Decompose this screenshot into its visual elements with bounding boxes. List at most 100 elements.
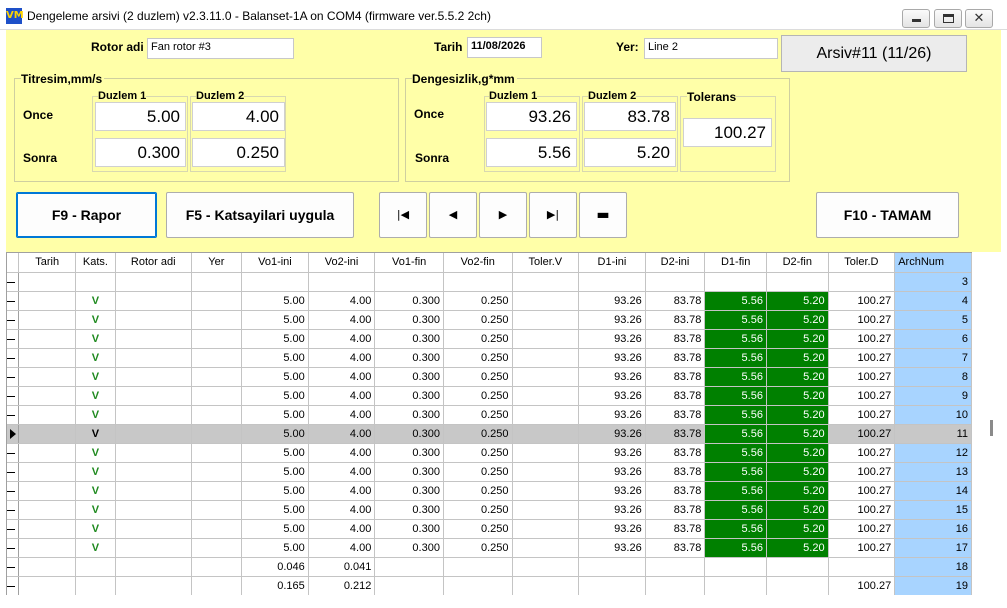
table-row[interactable]: V 5.00 4.00 0.300 0.250 93.26 83.78 5.56 5.20 100… xyxy=(7,310,972,330)
table-cell[interactable] xyxy=(578,576,646,595)
table-cell[interactable] xyxy=(766,272,829,292)
table-cell[interactable] xyxy=(645,557,706,577)
table-cell[interactable]: 100.27 xyxy=(828,500,896,520)
table-cell[interactable] xyxy=(191,310,243,330)
table-cell[interactable] xyxy=(18,386,77,406)
column-header[interactable]: Rotor adi xyxy=(115,253,192,273)
table-cell[interactable]: V xyxy=(75,348,116,368)
table-cell[interactable]: 0.250 xyxy=(443,443,513,463)
table-cell[interactable]: 0.212 xyxy=(308,576,376,595)
row-indicator[interactable] xyxy=(7,367,20,387)
archive-counter-button[interactable]: Arsiv#11 (11/26) xyxy=(781,35,967,72)
table-cell[interactable]: 0.300 xyxy=(374,519,444,539)
table-cell[interactable]: 5.20 xyxy=(766,405,829,425)
rotor-name-field[interactable]: Fan rotor #3 xyxy=(147,38,294,59)
table-cell[interactable] xyxy=(18,367,77,387)
table-cell[interactable] xyxy=(75,576,116,595)
table-cell[interactable] xyxy=(115,348,192,368)
table-cell[interactable] xyxy=(18,500,77,520)
column-header[interactable]: D2-fin xyxy=(766,253,829,273)
table-cell[interactable] xyxy=(191,329,243,349)
table-cell[interactable]: 0.165 xyxy=(241,576,309,595)
table-cell[interactable]: 4.00 xyxy=(308,538,376,558)
close-button[interactable]: ✕ xyxy=(965,9,993,28)
table-cell[interactable] xyxy=(115,291,192,311)
minimize-button[interactable] xyxy=(902,9,930,28)
row-indicator[interactable] xyxy=(7,443,20,463)
table-cell[interactable] xyxy=(512,405,580,425)
table-cell[interactable] xyxy=(191,481,243,501)
table-row[interactable]: V 5.00 4.00 0.300 0.250 93.26 83.78 5.56 5.20 100… xyxy=(7,519,972,539)
table-cell[interactable]: 11 xyxy=(894,424,972,444)
table-cell[interactable] xyxy=(512,367,580,387)
table-cell[interactable]: 5.00 xyxy=(241,291,309,311)
table-cell[interactable] xyxy=(18,405,77,425)
table-cell[interactable] xyxy=(191,405,243,425)
table-cell[interactable]: 5.20 xyxy=(766,424,829,444)
table-cell[interactable]: 9 xyxy=(894,386,972,406)
table-cell[interactable] xyxy=(374,557,444,577)
table-row[interactable]: 3 xyxy=(7,272,972,292)
table-cell[interactable] xyxy=(512,538,580,558)
table-cell[interactable]: 0.250 xyxy=(443,348,513,368)
table-cell[interactable]: 5.56 xyxy=(704,329,767,349)
table-cell[interactable] xyxy=(512,500,580,520)
table-cell[interactable] xyxy=(191,519,243,539)
table-cell[interactable]: 5.56 xyxy=(704,405,767,425)
table-cell[interactable] xyxy=(512,462,580,482)
report-button[interactable]: F9 - Rapor xyxy=(16,192,157,238)
table-cell[interactable] xyxy=(191,272,243,292)
table-cell[interactable]: V xyxy=(75,386,116,406)
table-cell[interactable]: 100.27 xyxy=(828,367,896,387)
table-cell[interactable]: 4.00 xyxy=(308,481,376,501)
table-cell[interactable]: 7 xyxy=(894,348,972,368)
table-cell[interactable] xyxy=(512,424,580,444)
table-cell[interactable]: 83.78 xyxy=(645,500,706,520)
table-cell[interactable] xyxy=(828,272,896,292)
table-cell[interactable]: 0.300 xyxy=(374,443,444,463)
table-cell[interactable]: 83.78 xyxy=(645,405,706,425)
table-cell[interactable]: 93.26 xyxy=(578,291,646,311)
table-row[interactable]: V 5.00 4.00 0.300 0.250 93.26 83.78 5.56 5.20 100… xyxy=(7,386,972,406)
row-pointer-icon[interactable] xyxy=(7,424,20,444)
table-cell[interactable] xyxy=(578,272,646,292)
table-cell[interactable] xyxy=(191,500,243,520)
table-cell[interactable]: 93.26 xyxy=(578,443,646,463)
table-cell[interactable]: 0.300 xyxy=(374,424,444,444)
table-cell[interactable] xyxy=(766,557,829,577)
table-cell[interactable] xyxy=(115,538,192,558)
table-cell[interactable] xyxy=(75,557,116,577)
table-cell[interactable]: 0.300 xyxy=(374,348,444,368)
table-cell[interactable] xyxy=(512,481,580,501)
table-cell[interactable]: 93.26 xyxy=(578,462,646,482)
table-cell[interactable]: 93.26 xyxy=(578,310,646,330)
table-cell[interactable]: 4.00 xyxy=(308,405,376,425)
table-cell[interactable] xyxy=(115,329,192,349)
table-cell[interactable]: 0.300 xyxy=(374,538,444,558)
table-cell[interactable]: V xyxy=(75,367,116,387)
table-cell[interactable] xyxy=(18,443,77,463)
table-cell[interactable]: V xyxy=(75,329,116,349)
column-header[interactable]: D2-ini xyxy=(645,253,706,273)
table-cell[interactable] xyxy=(191,538,243,558)
table-cell[interactable]: 5.20 xyxy=(766,310,829,330)
table-cell[interactable]: 5.20 xyxy=(766,348,829,368)
table-cell[interactable]: 18 xyxy=(894,557,972,577)
table-row[interactable]: 0.046 0.041 18 xyxy=(7,557,972,577)
table-cell[interactable]: 5.20 xyxy=(766,291,829,311)
row-indicator[interactable] xyxy=(7,538,20,558)
table-cell[interactable]: 5.00 xyxy=(241,386,309,406)
table-cell[interactable]: 93.26 xyxy=(578,405,646,425)
table-cell[interactable]: 0.250 xyxy=(443,310,513,330)
table-cell[interactable]: 5.56 xyxy=(704,291,767,311)
row-indicator[interactable] xyxy=(7,272,20,292)
table-cell[interactable] xyxy=(115,443,192,463)
table-cell[interactable] xyxy=(512,443,580,463)
table-cell[interactable]: 83.78 xyxy=(645,538,706,558)
table-cell[interactable]: 0.300 xyxy=(374,481,444,501)
table-cell[interactable] xyxy=(443,272,513,292)
table-cell[interactable]: 5.56 xyxy=(704,348,767,368)
place-field[interactable]: Line 2 xyxy=(644,38,778,59)
column-header[interactable]: Yer xyxy=(191,253,243,273)
table-cell[interactable]: 4.00 xyxy=(308,519,376,539)
